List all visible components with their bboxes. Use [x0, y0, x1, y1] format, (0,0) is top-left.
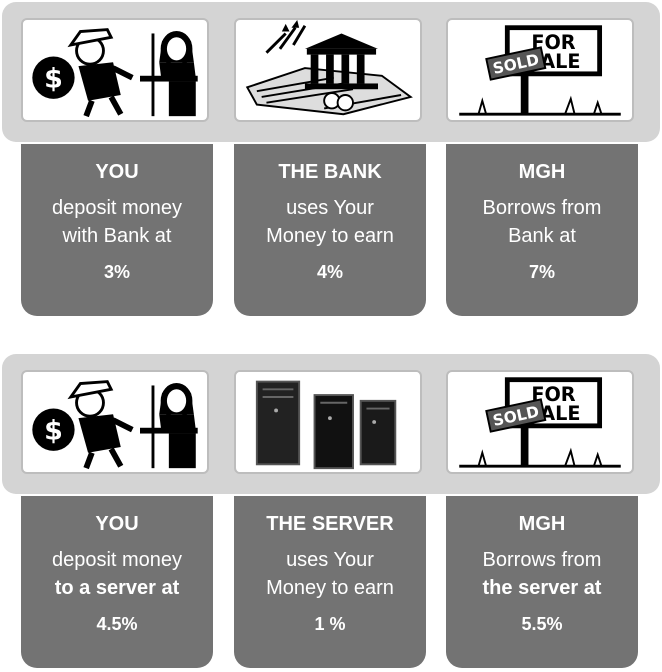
card-text-line-1: uses Your — [286, 197, 374, 219]
card-title: THE BANK — [278, 161, 382, 183]
card-you-server: YOU deposit money to a server at 4.5% — [21, 496, 213, 668]
card-title: MGH — [518, 513, 566, 535]
card-rate: 3% — [103, 262, 130, 282]
card-rate: 5.5% — [521, 614, 563, 634]
depositor-teller-illustration: $ — [21, 18, 209, 122]
card-rate: 7% — [528, 262, 555, 282]
card-mgh-server: MGH Borrows from the server at 5.5% — [446, 496, 638, 668]
card-rate: 4.5% — [96, 614, 138, 634]
card-text-line-2: with Bank at — [62, 225, 172, 247]
card-title: THE SERVER — [266, 513, 394, 535]
card-you-bank: YOU deposit money with Bank at 3% — [21, 144, 213, 316]
card-text-line-2: to a server at — [54, 577, 180, 599]
card-title: YOU — [95, 161, 139, 183]
for-sale-sign-illustration: FOR SALE SOLD — [446, 18, 634, 122]
svg-text:$: $ — [44, 63, 63, 94]
card-text-line-2: Bank at — [508, 225, 576, 247]
card-text-line-1: uses Your — [286, 549, 374, 571]
bank-building-illustration — [234, 18, 422, 122]
svg-text:$: $ — [44, 415, 63, 446]
card-title: MGH — [518, 161, 566, 183]
card-text-line-1: Borrows from — [482, 549, 602, 571]
card-text-line-2: Money to earn — [266, 225, 394, 247]
card-rate: 1 % — [314, 614, 346, 634]
card-the-bank: THE BANK uses Your Money to earn 4% — [234, 144, 426, 316]
card-text-line-2: Money to earn — [266, 577, 394, 599]
card-rate: 4% — [316, 262, 343, 282]
card-mgh-bank: MGH Borrows from Bank at 7% — [446, 144, 638, 316]
depositor-teller-illustration: $ — [21, 370, 209, 474]
card-text-line-1: Borrows from — [482, 197, 602, 219]
card-text-line-1: deposit money — [51, 549, 183, 571]
card-text-line-1: deposit money — [51, 197, 183, 219]
card-text-line-2: the server at — [482, 577, 602, 599]
server-racks-illustration — [234, 370, 422, 474]
for-sale-sign-illustration: FOR SALE SOLD — [446, 370, 634, 474]
card-title: YOU — [95, 513, 139, 535]
card-the-server: THE SERVER uses Your Money to earn 1 % — [234, 496, 426, 668]
